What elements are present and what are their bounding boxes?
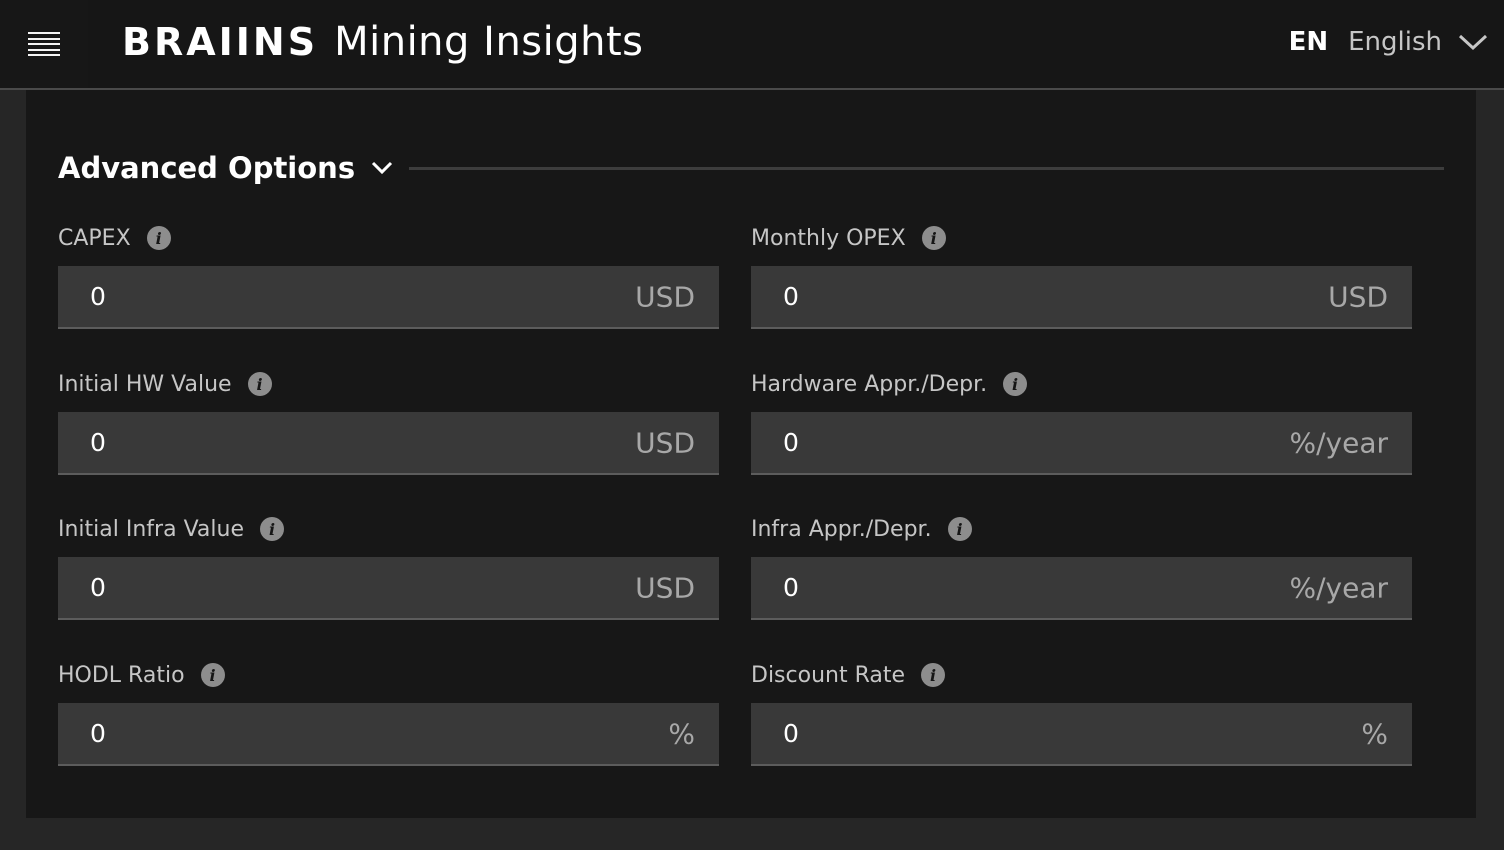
info-icon[interactable]: i [200, 663, 225, 687]
hardware-appr-depr-field: Hardware Appr./Depr. i %/year [751, 364, 1412, 475]
advanced-options-toggle[interactable]: Advanced Options [58, 151, 355, 185]
discount-rate-field: Discount Rate i % [751, 655, 1412, 766]
hodl-ratio-field: HODL Ratio i % [58, 655, 719, 766]
chevron-down-icon [1458, 34, 1488, 51]
language-selector[interactable]: EN English [1289, 22, 1488, 62]
discount-rate-input[interactable] [751, 703, 1412, 764]
initial-infra-value-input[interactable] [58, 557, 719, 618]
section-header: Advanced Options [58, 146, 1444, 190]
initial-hw-value-label: Initial HW Value [58, 371, 232, 397]
discount-rate-label: Discount Rate [751, 662, 906, 688]
capex-label: CAPEX [58, 225, 131, 251]
language-name: English [1348, 27, 1442, 57]
hamburger-menu-icon [28, 32, 60, 56]
info-icon[interactable]: i [146, 226, 171, 250]
info-icon[interactable]: i [247, 372, 272, 396]
info-icon[interactable]: i [259, 517, 284, 541]
info-icon[interactable]: i [1003, 372, 1028, 396]
initial-infra-value-field: Initial Infra Value i USD [58, 509, 719, 620]
infra-appr-depr-label: Infra Appr./Depr. [751, 516, 932, 542]
section-divider [409, 166, 1444, 170]
capex-field: CAPEX i USD [58, 218, 719, 329]
info-icon[interactable]: i [947, 517, 972, 541]
language-code: EN [1288, 27, 1329, 57]
initial-hw-value-field: Initial HW Value i USD [58, 364, 719, 475]
capex-input[interactable] [58, 266, 719, 327]
brand[interactable]: BRAIINS Mining Insights [122, 14, 644, 70]
initial-hw-value-input[interactable] [58, 412, 719, 473]
hodl-ratio-label: HODL Ratio [58, 662, 185, 688]
monthly-opex-field: Monthly OPEX i USD [751, 218, 1412, 329]
hardware-appr-depr-input[interactable] [751, 412, 1412, 473]
hodl-ratio-input[interactable] [58, 703, 719, 764]
monthly-opex-label: Monthly OPEX [751, 225, 906, 251]
info-icon[interactable]: i [921, 226, 946, 250]
monthly-opex-input[interactable] [751, 266, 1412, 327]
top-navigation-bar: BRAIINS Mining Insights EN English [0, 0, 1504, 90]
initial-infra-value-label: Initial Infra Value [58, 516, 244, 542]
app-title: Mining Insights [334, 19, 644, 65]
chevron-down-icon[interactable] [371, 161, 393, 175]
hamburger-menu-button[interactable] [0, 0, 88, 88]
advanced-options-panel: Advanced Options CAPEX i USD Monthly OPE… [26, 90, 1476, 818]
info-icon[interactable]: i [921, 663, 946, 687]
infra-appr-depr-field: Infra Appr./Depr. i %/year [751, 509, 1412, 620]
infra-appr-depr-input[interactable] [751, 557, 1412, 618]
braiins-logo: BRAIINS [122, 20, 319, 64]
hardware-appr-depr-label: Hardware Appr./Depr. [751, 371, 988, 397]
